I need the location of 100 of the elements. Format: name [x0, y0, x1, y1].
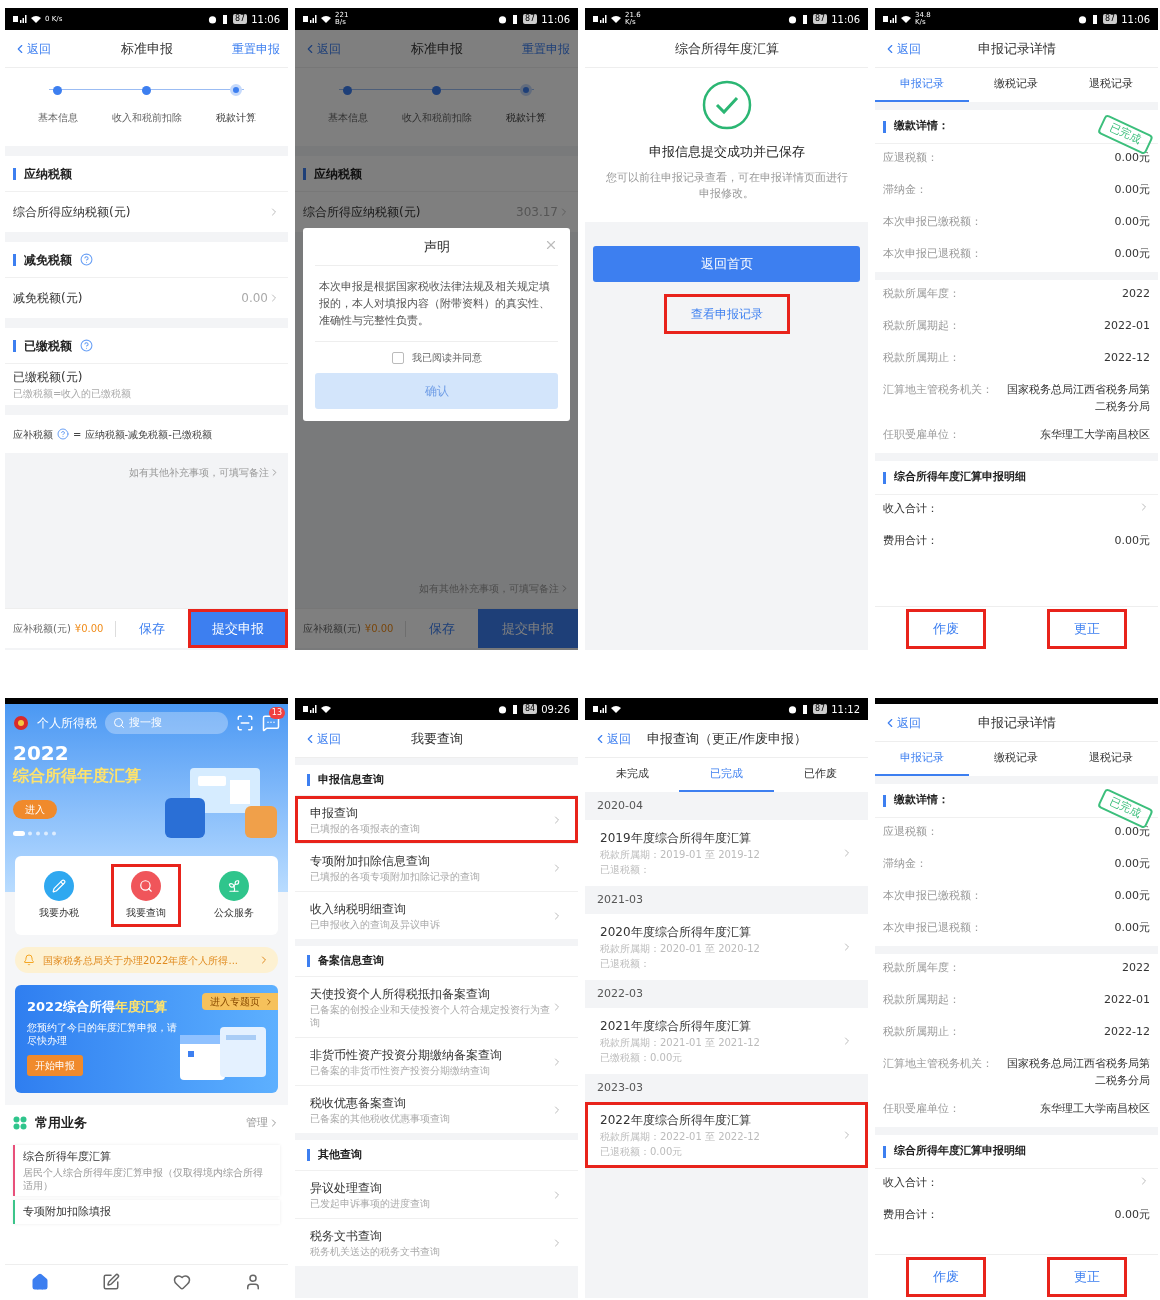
success-check-icon [701, 80, 752, 130]
action-button[interactable]: 作废 [905, 1256, 986, 1297]
search-placeholder: 搜一搜 [129, 714, 162, 731]
query-item[interactable]: 天使投资个人所得税抵扣备案查询 已备案的创投企业和天使投资个人符合规定投资行为查询 [295, 977, 578, 1037]
help-icon[interactable] [57, 428, 69, 440]
help-icon[interactable] [80, 253, 93, 266]
tab[interactable]: 未完成 [585, 758, 680, 792]
back-link[interactable]: 返回 [303, 729, 353, 748]
wifi-icon [321, 705, 331, 713]
tab[interactable]: 已作废 [773, 758, 868, 792]
wifi-icon [611, 15, 621, 23]
wifi-icon [611, 705, 621, 713]
reset-link[interactable]: 重置申报 [230, 39, 280, 58]
back-link[interactable]: 返回 [883, 713, 933, 732]
row-label: 本次申报已退税额： [883, 920, 982, 936]
row-label: 本次申报已退税额： [883, 246, 982, 262]
message-icon[interactable] [262, 714, 280, 732]
help-icon[interactable] [80, 339, 93, 352]
date-header: 2023-03 [597, 1079, 643, 1096]
tab[interactable]: 退税记录 [1063, 742, 1158, 776]
form-row[interactable]: 减免税额(元) 0.00 [5, 278, 288, 318]
scan-icon[interactable] [236, 714, 254, 732]
battery-level: 87 [233, 14, 248, 24]
chevron-right-icon [264, 996, 274, 1007]
back-link[interactable]: 返回 [13, 39, 63, 58]
row-label: 综合所得应纳税额(元) [13, 204, 132, 221]
query-item[interactable]: 专项附加扣除信息查询 已填报的各项专项附加扣除记录的查询 [295, 844, 578, 891]
row-value: 0.00 [241, 290, 268, 307]
page-title: 申报查询（更正/作废申报） [647, 729, 808, 748]
close-icon[interactable] [544, 238, 558, 252]
submit-button[interactable]: 提交申报 [188, 609, 288, 648]
row-label: 综合所得应纳税额(元) [303, 204, 422, 221]
query-item[interactable]: 税收优惠备案查询 已备案的其他税收优惠事项查询 [295, 1086, 578, 1133]
agree-checkbox[interactable]: 我已阅读并同意 [315, 342, 558, 373]
amount-value: ¥0.00 [364, 622, 394, 636]
tab[interactable]: 申报记录 [875, 68, 970, 102]
form-row[interactable]: 已缴税额(元) 已缴税额=收入的已缴税额 [5, 364, 288, 405]
enter-button[interactable]: 进入 [13, 800, 57, 819]
row-label: 任职受雇单位： [883, 1101, 960, 1117]
battery-level: 87 [1103, 14, 1118, 24]
row-label: 税款所属年度： [883, 286, 960, 302]
app-name: 个人所得税 [37, 715, 97, 732]
section-title: 缴款详情： [894, 792, 949, 809]
page-title: 我要查询 [409, 729, 464, 748]
reset-link[interactable]: 重置申报 [520, 39, 570, 58]
row-value: 2022 [1121, 960, 1150, 976]
service-button[interactable]: 我要查询 [111, 864, 182, 927]
tab[interactable]: 已完成 [679, 758, 774, 792]
back-link[interactable]: 返回 [883, 39, 933, 58]
start-button[interactable]: 开始申报 [27, 1054, 83, 1076]
clock-time: 11:06 [831, 12, 860, 27]
business-item[interactable]: 专项附加扣除填报 [13, 1199, 280, 1224]
banner-title: 综合所得年度汇算 [13, 765, 141, 787]
form-row[interactable]: 综合所得应纳税额(元) [5, 192, 288, 232]
business-item[interactable]: 综合所得年度汇算 居民个人综合所得年度汇算申报（仅取得境内综合所得适用） [13, 1145, 280, 1196]
row-value: 0.00元 [1113, 1207, 1150, 1223]
grid-icon [13, 1116, 27, 1130]
submit-button[interactable]: 提交申报 [478, 609, 578, 648]
notice-banner[interactable]: 国家税务总局关于办理2022年度个人所得... [15, 947, 278, 973]
edit-icon [102, 1272, 121, 1291]
action-button[interactable]: 更正 [1047, 1256, 1128, 1297]
signal-icon [303, 705, 317, 713]
success-heading: 申报信息提交成功并已保存 [648, 143, 805, 161]
row-value: 0.00元 [1113, 920, 1150, 936]
save-button[interactable]: 保存 [406, 618, 478, 639]
query-item[interactable]: 异议处理查询 已发起申诉事项的进度查询 [295, 1171, 578, 1218]
remark-link[interactable]: 如有其他补充事项，可填写备注 [129, 465, 280, 480]
view-records-link[interactable]: 查看申报记录 [663, 293, 790, 334]
save-button[interactable]: 保存 [116, 618, 188, 639]
battery-level: 87 [813, 14, 828, 24]
signal-icon [13, 15, 27, 23]
wifi-icon [321, 15, 331, 23]
tab[interactable]: 申报记录 [875, 742, 970, 776]
service-button[interactable]: 我要办税 [23, 864, 94, 927]
topic-tag[interactable]: 进入专题页 [202, 993, 278, 1010]
row-label: 本次申报已缴税额： [883, 214, 982, 230]
action-button[interactable]: 作废 [905, 608, 986, 649]
step-label: 收入和税前扣除 [401, 111, 472, 125]
back-link[interactable]: 返回 [303, 39, 353, 58]
row-value: 东华理工大学南昌校区 [1039, 427, 1150, 443]
bell-icon [23, 954, 35, 966]
action-button[interactable]: 更正 [1047, 608, 1128, 649]
promo-title: 2022综合所得年度汇算 [27, 998, 169, 1016]
query-item[interactable]: 收入纳税明细查询 已申报收入的查询及异议申诉 [295, 892, 578, 939]
tab[interactable]: 缴税记录 [969, 742, 1064, 776]
query-item[interactable]: 申报查询 已填报的各项报表的查询 [295, 796, 578, 843]
back-link[interactable]: 返回 [593, 729, 643, 748]
section-title: 减免税额 [24, 251, 72, 269]
tab[interactable]: 缴税记录 [969, 68, 1064, 102]
tab[interactable]: 退税记录 [1063, 68, 1158, 102]
checkbox[interactable] [391, 351, 404, 364]
manage-link[interactable]: 管理 [246, 1114, 280, 1132]
query-item[interactable]: 税务文书查询 税务机关送达的税务文书查询 [295, 1219, 578, 1266]
query-item[interactable]: 非货币性资产投资分期缴纳备案查询 已备案的非货币性资产投资分期缴纳查询 [295, 1038, 578, 1085]
row-label: 减免税额(元) [13, 290, 84, 307]
step-label: 基本信息 [37, 111, 78, 125]
notification-badge: 13 [268, 707, 285, 719]
row-label: 费用合计： [883, 533, 938, 549]
home-button[interactable]: 返回首页 [593, 245, 860, 282]
service-button[interactable]: 公众服务 [199, 864, 270, 927]
